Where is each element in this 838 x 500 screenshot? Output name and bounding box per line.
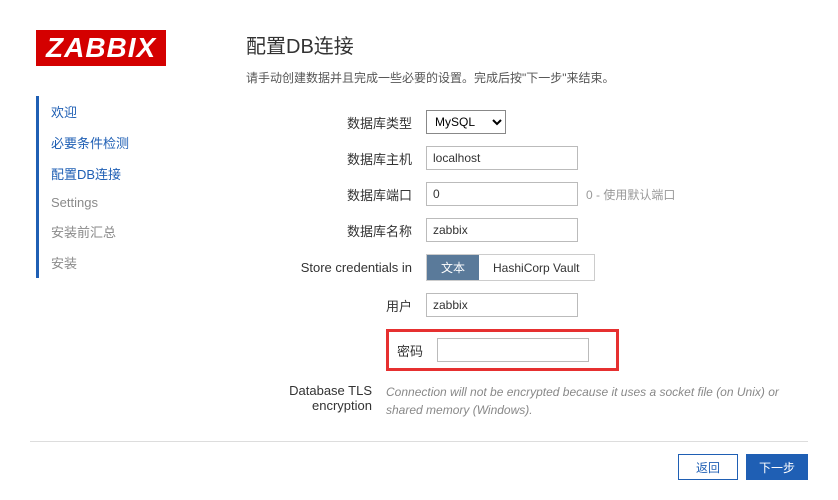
db-name-label: 数据库名称 [246,221,426,240]
setup-nav: 欢迎 必要条件检测 配置DB连接 Settings 安装前汇总 安装 [36,96,186,278]
nav-welcome[interactable]: 欢迎 [51,96,186,127]
nav-install: 安装 [51,247,186,278]
page-subtitle: 请手动创建数据并且完成一些必要的设置。完成后按"下一步"来结束。 [246,69,798,86]
creds-segment: 文本 HashiCorp Vault [426,254,595,281]
nav-prereq[interactable]: 必要条件检测 [51,127,186,158]
password-input[interactable] [437,338,589,362]
tls-note: Connection will not be encrypted because… [386,383,798,419]
db-port-hint: 0 - 使用默认端口 [586,186,675,203]
password-highlight: 密码 [386,329,619,371]
user-label: 用户 [246,296,426,315]
password-label: 密码 [397,341,437,360]
db-name-input[interactable] [426,218,578,242]
db-port-input[interactable] [426,182,578,206]
nav-settings: Settings [51,189,186,216]
creds-vault-button[interactable]: HashiCorp Vault [479,255,593,280]
user-input[interactable] [426,293,578,317]
nav-presummary: 安装前汇总 [51,216,186,247]
creds-text-button[interactable]: 文本 [427,255,479,280]
db-host-label: 数据库主机 [246,149,426,168]
db-type-select[interactable]: MySQL [426,110,506,134]
db-port-label: 数据库端口 [246,185,426,204]
back-button[interactable]: 返回 [678,454,738,480]
db-type-label: 数据库类型 [246,113,426,132]
tls-label: Database TLS encryption [246,383,386,413]
creds-label: Store credentials in [246,260,426,275]
logo: ZABBIX [36,30,166,66]
nav-dbconfig[interactable]: 配置DB连接 [51,158,186,189]
footer-divider [30,441,808,442]
next-button[interactable]: 下一步 [746,454,808,480]
db-host-input[interactable] [426,146,578,170]
page-title: 配置DB连接 [246,30,798,59]
